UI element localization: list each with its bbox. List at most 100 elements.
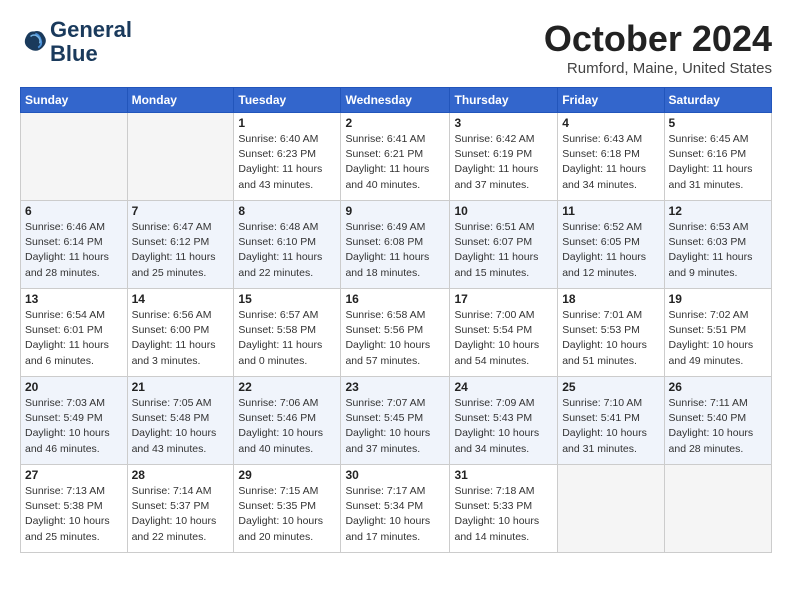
calendar-row: 1 Sunrise: 6:40 AMSunset: 6:23 PMDaylight… [21, 113, 772, 201]
calendar-page: General Blue October 2024 Rumford, Maine… [0, 0, 792, 563]
calendar-cell: 5Sunrise: 6:45 AMSunset: 6:16 PMDaylight… [664, 113, 771, 201]
calendar-cell: 29 Sunrise: 7:15 AMSunset: 5:35 PMDayligh… [234, 465, 341, 553]
calendar-row: 6Sunrise: 6:46 AMSunset: 6:14 PMDaylight… [21, 201, 772, 289]
month-title: October 2024 [544, 18, 772, 60]
day-number: 7 [132, 204, 230, 218]
cell-details: Sunrise: 6:42 AMSunset: 6:19 PMDaylight:… [454, 132, 553, 193]
calendar-cell: 12 Sunrise: 6:53 AMSunset: 6:03 PMDayligh… [664, 201, 771, 289]
calendar-cell: 11 Sunrise: 6:52 AMSunset: 6:05 PMDayligh… [558, 201, 664, 289]
day-number: 31 [454, 468, 553, 482]
cell-details: Sunrise: 6:51 AMSunset: 6:07 PMDaylight:… [454, 220, 553, 281]
calendar-cell [558, 465, 664, 553]
weekday-header: Saturday [664, 88, 771, 113]
calendar-cell: 15Sunrise: 6:57 AMSunset: 5:58 PMDayligh… [234, 289, 341, 377]
day-number: 18 [562, 292, 659, 306]
calendar-cell: 22 Sunrise: 7:06 AMSunset: 5:46 PMDayligh… [234, 377, 341, 465]
calendar-cell: 19Sunrise: 7:02 AMSunset: 5:51 PMDayligh… [664, 289, 771, 377]
calendar-cell: 20 Sunrise: 7:03 AMSunset: 5:49 PMDayligh… [21, 377, 128, 465]
day-number: 3 [454, 116, 553, 130]
cell-details: Sunrise: 6:53 AMSunset: 6:03 PMDaylight:… [669, 220, 767, 281]
logo: General Blue [20, 18, 132, 66]
day-number: 25 [562, 380, 659, 394]
calendar-cell: 10Sunrise: 6:51 AMSunset: 6:07 PMDayligh… [450, 201, 558, 289]
calendar-cell: 14 Sunrise: 6:56 AMSunset: 6:00 PMDayligh… [127, 289, 234, 377]
cell-details: Sunrise: 6:52 AMSunset: 6:05 PMDaylight:… [562, 220, 659, 281]
calendar-cell [127, 113, 234, 201]
calendar-cell: 9 Sunrise: 6:49 AMSunset: 6:08 PMDaylight… [341, 201, 450, 289]
calendar-cell [664, 465, 771, 553]
cell-details: Sunrise: 7:13 AMSunset: 5:38 PMDaylight:… [25, 484, 123, 545]
cell-details: Sunrise: 7:15 AMSunset: 5:35 PMDaylight:… [238, 484, 336, 545]
cell-details: Sunrise: 7:01 AMSunset: 5:53 PMDaylight:… [562, 308, 659, 369]
cell-details: Sunrise: 6:45 AMSunset: 6:16 PMDaylight:… [669, 132, 767, 193]
day-number: 29 [238, 468, 336, 482]
calendar-cell: 30 Sunrise: 7:17 AMSunset: 5:34 PMDayligh… [341, 465, 450, 553]
cell-details: Sunrise: 7:00 AMSunset: 5:54 PMDaylight:… [454, 308, 553, 369]
day-number: 14 [132, 292, 230, 306]
calendar-cell: 16Sunrise: 6:58 AMSunset: 5:56 PMDayligh… [341, 289, 450, 377]
cell-details: Sunrise: 6:46 AMSunset: 6:14 PMDaylight:… [25, 220, 123, 281]
calendar-cell: 28Sunrise: 7:14 AMSunset: 5:37 PMDayligh… [127, 465, 234, 553]
calendar-cell: 1 Sunrise: 6:40 AMSunset: 6:23 PMDaylight… [234, 113, 341, 201]
calendar-row: 13 Sunrise: 6:54 AMSunset: 6:01 PMDayligh… [21, 289, 772, 377]
day-number: 30 [345, 468, 445, 482]
cell-details: Sunrise: 7:05 AMSunset: 5:48 PMDaylight:… [132, 396, 230, 457]
cell-details: Sunrise: 6:47 AMSunset: 6:12 PMDaylight:… [132, 220, 230, 281]
cell-details: Sunrise: 7:11 AMSunset: 5:40 PMDaylight:… [669, 396, 767, 457]
cell-details: Sunrise: 7:06 AMSunset: 5:46 PMDaylight:… [238, 396, 336, 457]
calendar-cell: 21 Sunrise: 7:05 AMSunset: 5:48 PMDayligh… [127, 377, 234, 465]
weekday-header: Sunday [21, 88, 128, 113]
calendar-cell [21, 113, 128, 201]
calendar-cell: 27 Sunrise: 7:13 AMSunset: 5:38 PMDayligh… [21, 465, 128, 553]
logo-text: General Blue [50, 18, 132, 66]
day-number: 22 [238, 380, 336, 394]
cell-details: Sunrise: 6:56 AMSunset: 6:00 PMDaylight:… [132, 308, 230, 369]
day-number: 12 [669, 204, 767, 218]
calendar-cell: 13 Sunrise: 6:54 AMSunset: 6:01 PMDayligh… [21, 289, 128, 377]
day-number: 16 [345, 292, 445, 306]
day-number: 8 [238, 204, 336, 218]
location: Rumford, Maine, United States [544, 60, 772, 77]
day-number: 24 [454, 380, 553, 394]
cell-details: Sunrise: 6:49 AMSunset: 6:08 PMDaylight:… [345, 220, 445, 281]
calendar-cell: 25 Sunrise: 7:10 AMSunset: 5:41 PMDayligh… [558, 377, 664, 465]
day-number: 2 [345, 116, 445, 130]
day-number: 9 [345, 204, 445, 218]
cell-details: Sunrise: 7:02 AMSunset: 5:51 PMDaylight:… [669, 308, 767, 369]
cell-details: Sunrise: 6:43 AMSunset: 6:18 PMDaylight:… [562, 132, 659, 193]
cell-details: Sunrise: 7:09 AMSunset: 5:43 PMDaylight:… [454, 396, 553, 457]
calendar-cell: 24 Sunrise: 7:09 AMSunset: 5:43 PMDayligh… [450, 377, 558, 465]
cell-details: Sunrise: 6:48 AMSunset: 6:10 PMDaylight:… [238, 220, 336, 281]
day-number: 20 [25, 380, 123, 394]
weekday-header: Friday [558, 88, 664, 113]
title-area: October 2024 Rumford, Maine, United Stat… [544, 18, 772, 77]
day-number: 1 [238, 116, 336, 130]
calendar-cell: 6Sunrise: 6:46 AMSunset: 6:14 PMDaylight… [21, 201, 128, 289]
day-number: 13 [25, 292, 123, 306]
calendar-cell: 2Sunrise: 6:41 AMSunset: 6:21 PMDaylight… [341, 113, 450, 201]
cell-details: Sunrise: 7:17 AMSunset: 5:34 PMDaylight:… [345, 484, 445, 545]
calendar-cell: 3 Sunrise: 6:42 AMSunset: 6:19 PMDaylight… [450, 113, 558, 201]
cell-details: Sunrise: 7:18 AMSunset: 5:33 PMDaylight:… [454, 484, 553, 545]
calendar-cell: 4Sunrise: 6:43 AMSunset: 6:18 PMDaylight… [558, 113, 664, 201]
calendar-cell: 18 Sunrise: 7:01 AMSunset: 5:53 PMDayligh… [558, 289, 664, 377]
calendar-cell: 17Sunrise: 7:00 AMSunset: 5:54 PMDayligh… [450, 289, 558, 377]
calendar-cell: 31 Sunrise: 7:18 AMSunset: 5:33 PMDayligh… [450, 465, 558, 553]
calendar-table: SundayMondayTuesdayWednesdayThursdayFrid… [20, 87, 772, 553]
cell-details: Sunrise: 6:54 AMSunset: 6:01 PMDaylight:… [25, 308, 123, 369]
day-number: 26 [669, 380, 767, 394]
day-number: 28 [132, 468, 230, 482]
cell-details: Sunrise: 6:57 AMSunset: 5:58 PMDaylight:… [238, 308, 336, 369]
calendar-cell: 8 Sunrise: 6:48 AMSunset: 6:10 PMDaylight… [234, 201, 341, 289]
day-number: 23 [345, 380, 445, 394]
weekday-header: Wednesday [341, 88, 450, 113]
cell-details: Sunrise: 7:03 AMSunset: 5:49 PMDaylight:… [25, 396, 123, 457]
day-number: 11 [562, 204, 659, 218]
header: General Blue October 2024 Rumford, Maine… [20, 18, 772, 77]
cell-details: Sunrise: 7:10 AMSunset: 5:41 PMDaylight:… [562, 396, 659, 457]
cell-details: Sunrise: 6:40 AMSunset: 6:23 PMDaylight:… [238, 132, 336, 193]
day-number: 27 [25, 468, 123, 482]
header-row: SundayMondayTuesdayWednesdayThursdayFrid… [21, 88, 772, 113]
day-number: 21 [132, 380, 230, 394]
calendar-row: 27 Sunrise: 7:13 AMSunset: 5:38 PMDayligh… [21, 465, 772, 553]
